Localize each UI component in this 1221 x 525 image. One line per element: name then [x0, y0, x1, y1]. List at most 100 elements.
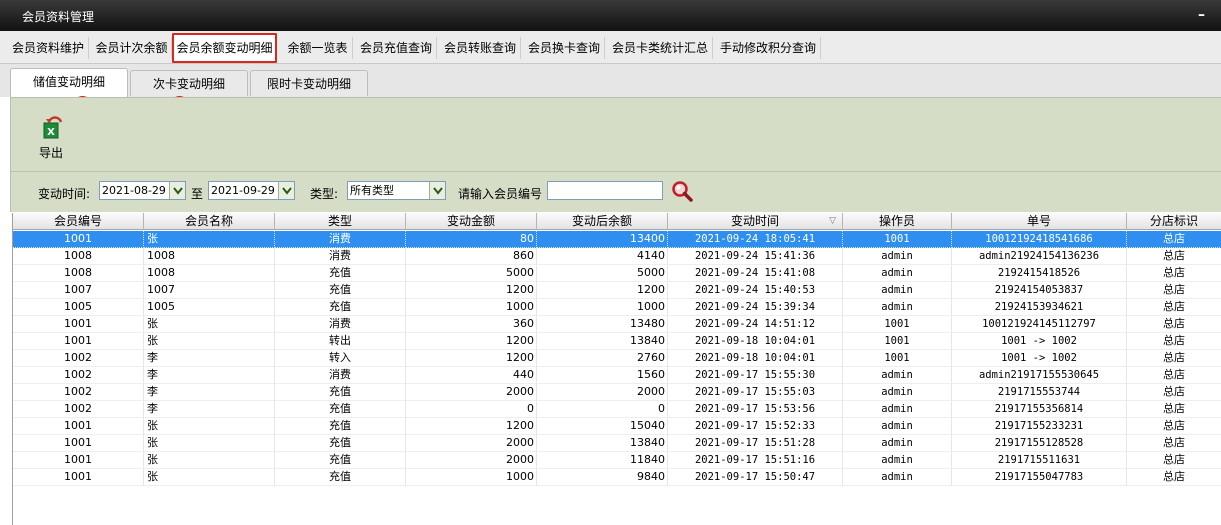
cell-balance-after: 1200 — [537, 282, 668, 299]
cell-type: 充值 — [275, 452, 406, 469]
cell-type: 消费 — [275, 316, 406, 333]
cell-member-name: 张 — [144, 316, 275, 333]
cell-change-amount: 440 — [406, 367, 537, 384]
tab-card-type-summary[interactable]: 会员卡类统计汇总 — [608, 37, 713, 59]
table-row[interactable]: 1005 1005 充值 1000 1000 2021-09-24 15:39:34 adm… — [13, 299, 1221, 316]
column-header-change-time[interactable]: 变动时间 ▽ — [668, 213, 843, 230]
cell-balance-after: 9840 — [537, 469, 668, 486]
cell-operator: admin — [843, 265, 952, 282]
cell-branch: 总店 — [1127, 384, 1221, 401]
table-row[interactable]: 1002 李消费 440 1560 2021-09-17 15:55:30 admin ad… — [13, 367, 1221, 384]
tab-manual-points-query[interactable]: 手动修改积分查询 — [716, 37, 821, 59]
table-row[interactable]: 1001 张充值 2000 13840 2021-09-17 15:51:28 admin… — [13, 435, 1221, 452]
cell-change-amount: 1200 — [406, 282, 537, 299]
cell-operator: admin — [843, 248, 952, 265]
cell-branch: 总店 — [1127, 435, 1221, 452]
table-row[interactable]: 1002 李充值 0 0 2021-09-17 15:53:56 admin 2191715… — [13, 401, 1221, 418]
panel-divider — [11, 171, 1221, 172]
type-select[interactable]: 所有类型 — [347, 181, 446, 200]
column-header-label: 变动金额 — [446, 214, 495, 228]
cell-type: 充值 — [275, 265, 406, 282]
column-header-balance-after[interactable]: 变动后余额 — [537, 213, 668, 230]
column-header-member-name[interactable]: 会员名称 — [144, 213, 275, 230]
cell-change-time: 2021-09-17 15:52:33 — [668, 418, 843, 435]
cell-member-id: 1001 — [13, 418, 144, 435]
column-header-branch[interactable]: 分店标识 — [1127, 213, 1221, 230]
subtab-time-card-detail[interactable]: 限时卡变动明细 — [250, 70, 368, 96]
column-header-order-no[interactable]: 单号 — [952, 213, 1127, 230]
title-bar: 会员资料管理 – — [0, 0, 1221, 31]
cell-balance-after: 0 — [537, 401, 668, 418]
tab-transfer-query[interactable]: 会员转账查询 — [440, 37, 521, 59]
search-button[interactable] — [671, 180, 693, 202]
cell-balance-after: 2000 — [537, 384, 668, 401]
export-label: 导出 — [39, 146, 64, 160]
sub-tab-bar: 储值变动明细 次卡变动明细 限时卡变动明细 1 2 3 — [0, 64, 1221, 117]
cell-member-id: 1001 — [13, 316, 144, 333]
cell-balance-after: 13400 — [537, 231, 668, 248]
table-row[interactable]: 1002 李转入 1200 2760 2021-09-18 10:04:01 1001 10… — [13, 350, 1221, 367]
column-header-operator[interactable]: 操作员 — [843, 213, 952, 230]
cell-order-no: 21917155233231 — [952, 418, 1127, 435]
date-from-dropdown-button[interactable] — [169, 182, 185, 199]
grid-header: 会员编号 会员名称 类型 变动金额 变动后余额 变动时间 ▽ 操作员 单号 分店标识 — [13, 213, 1221, 230]
column-header-type[interactable]: 类型 — [275, 213, 406, 230]
cell-type: 充值 — [275, 384, 406, 401]
tab-balance-overview[interactable]: 余额一览表 — [283, 37, 353, 59]
tab-balance-change-detail[interactable]: 会员余额变动明细 — [172, 33, 277, 63]
cell-change-amount: 2000 — [406, 435, 537, 452]
cell-member-id: 1002 — [13, 401, 144, 418]
column-header-change-amount[interactable]: 变动金额 — [406, 213, 537, 230]
date-to-dropdown-button[interactable] — [278, 182, 294, 199]
table-row[interactable]: 1001 张充值 1000 9840 2021-09-17 15:50:47 admin 2… — [13, 469, 1221, 486]
table-row[interactable]: 1001 张充值 2000 11840 2021-09-17 15:51:16 admin… — [13, 452, 1221, 469]
date-from-picker[interactable]: 2021-08-29 — [99, 181, 186, 200]
cell-balance-after: 15040 — [537, 418, 668, 435]
date-to-picker[interactable]: 2021-09-29 — [208, 181, 295, 200]
cell-order-no: 100121924145112797 — [952, 316, 1127, 333]
cell-operator: admin — [843, 299, 952, 316]
cell-member-name: 李 — [144, 350, 275, 367]
table-row[interactable]: 1001 张转出 1200 13840 2021-09-18 10:04:01 1001 1… — [13, 333, 1221, 350]
table-row[interactable]: 1008 1008 充值 5000 5000 2021-09-24 15:41:08 adm… — [13, 265, 1221, 282]
cell-operator: admin — [843, 469, 952, 486]
type-dropdown-button[interactable] — [429, 182, 445, 199]
tab-member-count-balance[interactable]: 会员计次余额 — [92, 37, 172, 59]
export-button[interactable]: X 导出 — [35, 114, 69, 160]
table-row[interactable]: 1001 张消费 360 13480 2021-09-24 14:51:12 1001 10… — [13, 316, 1221, 333]
filter-panel: X 导出 变动时间: 2021-08-29 至 2021-09-29 类型: 所… — [10, 97, 1221, 212]
cell-balance-after: 13840 — [537, 333, 668, 350]
member-id-input[interactable] — [547, 181, 663, 200]
cell-member-name: 李 — [144, 367, 275, 384]
balance-change-grid: 会员编号 会员名称 类型 变动金额 变动后余额 变动时间 ▽ 操作员 单号 分店标识 1001 张消… — [12, 213, 1221, 525]
cell-type: 充值 — [275, 469, 406, 486]
subtab-stored-value-detail[interactable]: 储值变动明细 — [10, 68, 128, 97]
minimize-button[interactable]: – — [1198, 7, 1205, 23]
table-row[interactable]: 1001 张充值 1200 15040 2021-09-17 15:52:33 admin… — [13, 418, 1221, 435]
cell-operator: admin — [843, 401, 952, 418]
chevron-down-icon — [173, 187, 183, 195]
table-row[interactable]: 1007 1007 充值 1200 1200 2021-09-24 15:40:53 adm… — [13, 282, 1221, 299]
cell-member-id: 1001 — [13, 469, 144, 486]
tab-recharge-query[interactable]: 会员充值查询 — [356, 37, 437, 59]
search-icon — [672, 181, 693, 202]
cell-balance-after: 5000 — [537, 265, 668, 282]
cell-balance-after: 1000 — [537, 299, 668, 316]
main-tab-bar: 会员资料维护 会员计次余额 会员余额变动明细 余额一览表 会员充值查询 会员转账… — [0, 31, 1221, 64]
cell-member-id: 1001 — [13, 231, 144, 248]
cell-change-time: 2021-09-18 10:04:01 — [668, 350, 843, 367]
tab-card-change-query[interactable]: 会员换卡查询 — [524, 37, 605, 59]
cell-type: 消费 — [275, 367, 406, 384]
cell-member-id: 1001 — [13, 435, 144, 452]
table-row[interactable]: 1002 李充值 2000 2000 2021-09-17 15:55:03 admin 2… — [13, 384, 1221, 401]
cell-change-time: 2021-09-24 15:41:36 — [668, 248, 843, 265]
table-row[interactable]: 1001 张消费 80 13400 2021-09-24 18:05:41 1001 100… — [13, 231, 1221, 248]
subtab-count-card-detail[interactable]: 次卡变动明细 — [130, 70, 248, 96]
cell-member-name: 1005 — [144, 299, 275, 316]
column-header-label: 分店标识 — [1149, 214, 1198, 228]
cell-change-amount: 2000 — [406, 384, 537, 401]
table-row[interactable]: 1008 1008 消费 860 4140 2021-09-24 15:41:36 admi… — [13, 248, 1221, 265]
column-header-member-id[interactable]: 会员编号 — [13, 213, 144, 230]
tab-member-info[interactable]: 会员资料维护 — [8, 37, 89, 59]
cell-order-no: 1001 -> 1002 — [952, 350, 1127, 367]
